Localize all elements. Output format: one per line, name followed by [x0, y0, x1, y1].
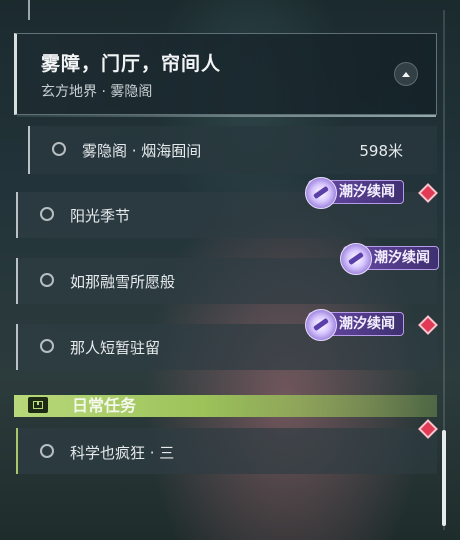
quest-group-location: 玄方地界 · 雾隐阁: [41, 84, 153, 100]
tide-badge: 潮汐续闻: [340, 243, 439, 275]
quest-circle-icon: [40, 207, 54, 221]
quest-group-title: 雾障，门厅，帘间人: [41, 53, 222, 75]
collapse-button[interactable]: [394, 62, 418, 86]
active-objective-row[interactable]: 雾隐阁 · 烟海囿间 598米: [28, 126, 437, 174]
daily-quests-section-header[interactable]: 日常任务: [14, 395, 437, 417]
daily-quest-item[interactable]: 科学也疯狂 · 三: [16, 428, 437, 474]
tide-badge-label: 潮汐续闻: [339, 184, 395, 200]
tide-badge-label: 潮汐续闻: [374, 250, 430, 266]
objective-label: 雾隐阁 · 烟海囿间: [82, 142, 202, 160]
tide-emblem-icon: [340, 243, 372, 275]
quest-circle-icon: [40, 339, 54, 353]
objective-circle-icon: [52, 142, 66, 156]
tide-badge-label: 潮汐续闻: [339, 316, 395, 332]
objective-distance: 598米: [359, 142, 403, 160]
scrollbar-thumb[interactable]: [442, 430, 446, 526]
chevron-up-icon: [402, 72, 410, 77]
quest-circle-icon: [40, 273, 54, 287]
tracker-connector-line: [28, 0, 30, 20]
alert-icon: [28, 397, 48, 413]
tide-emblem-icon: [305, 309, 337, 341]
section-title: 日常任务: [72, 396, 137, 415]
tide-badge: 潮汐续闻: [305, 177, 404, 209]
quest-label: 如那融雪所愿般: [70, 273, 176, 291]
quest-label: 那人短暂驻留: [70, 339, 161, 357]
tide-badge: 潮汐续闻: [305, 309, 404, 341]
quest-label: 科学也疯狂 · 三: [70, 444, 175, 462]
quest-label: 阳光季节: [70, 207, 131, 225]
quest-circle-icon: [40, 444, 54, 458]
quest-group-header[interactable]: 雾障，门厅，帘间人 玄方地界 · 雾隐阁: [14, 33, 437, 117]
tide-emblem-icon: [305, 177, 337, 209]
